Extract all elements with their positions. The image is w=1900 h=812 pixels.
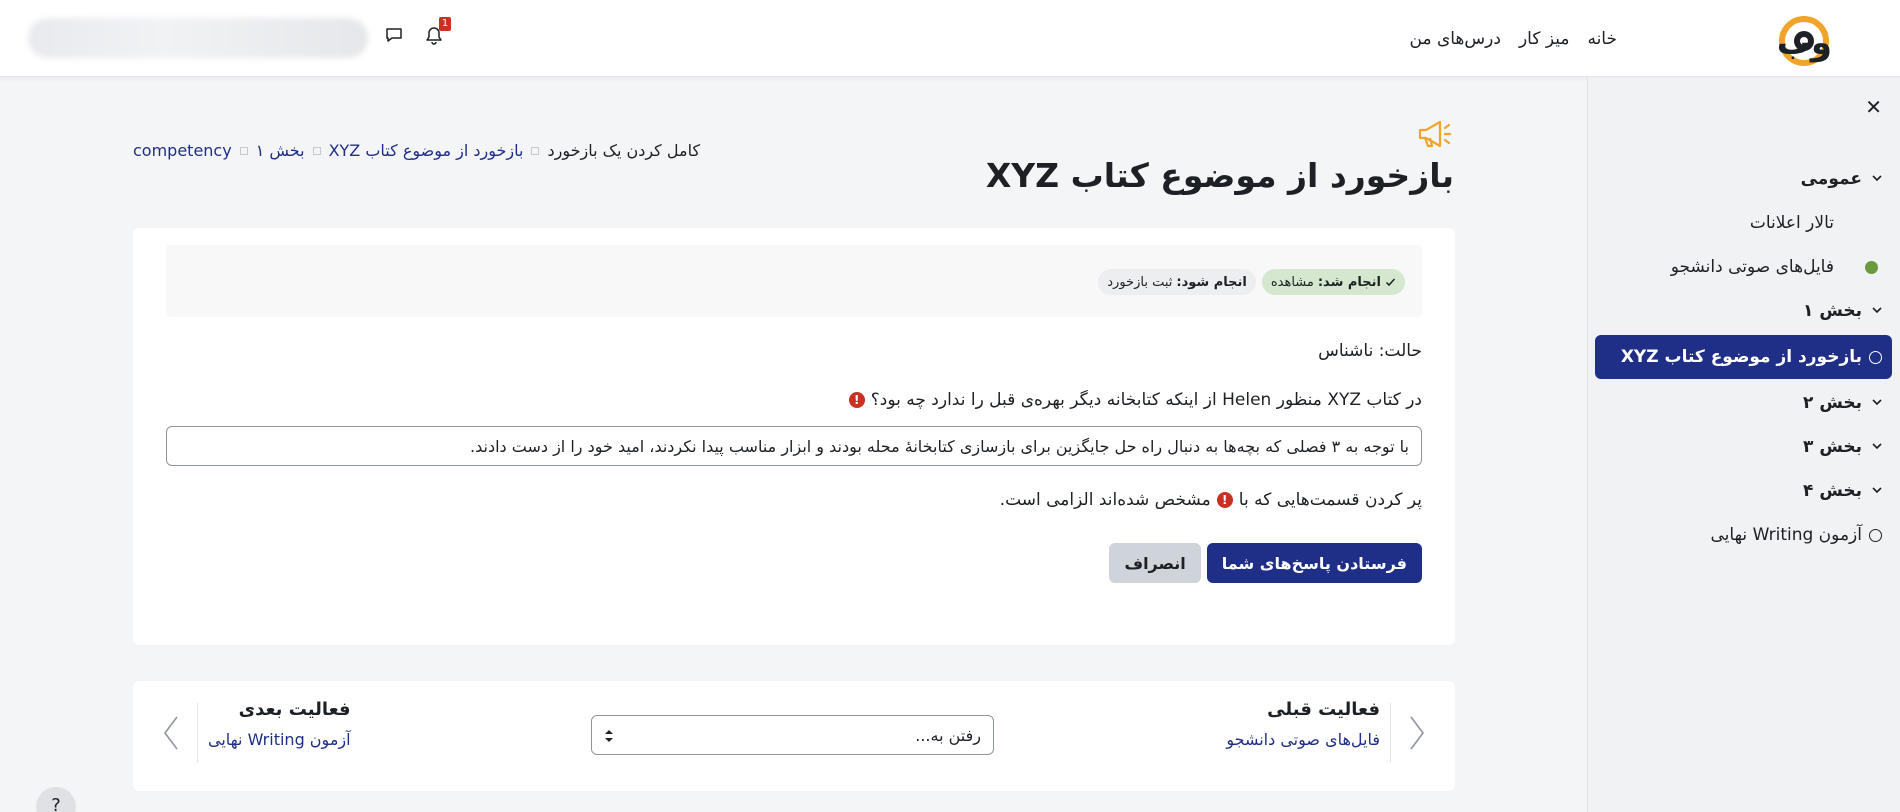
completion-circle-icon [1869, 529, 1882, 542]
notification-bell-icon[interactable]: 1 [423, 17, 451, 46]
check-icon [1385, 277, 1396, 286]
ci-section-label: عمومی [1800, 169, 1862, 189]
completion-requirements: انجام شد: مشاهده انجام شود: ثبت بازخورد [166, 245, 1422, 317]
nav-link-home[interactable]: خانه [1587, 29, 1617, 49]
breadcrumb-current: کامل کردن یک بازخورد [547, 141, 701, 160]
megaphone-icon [1418, 120, 1452, 148]
next-activity[interactable]: فعالیت بعدی آزمون Writing نهایی [208, 699, 351, 749]
ci-item-feedback-active[interactable]: بازخورد از موضوع کتاب XYZ [1595, 335, 1892, 379]
ci-section-label: بخش ۳ [1803, 437, 1862, 457]
required-icon: ! [1216, 492, 1233, 508]
anonymity-status: حالت: ناشناس [1318, 341, 1422, 361]
ci-item-label: فایل‌های صوتی دانشجو [1670, 257, 1834, 277]
completion-row: انجام شد: مشاهده انجام شود: ثبت بازخورد [1098, 269, 1405, 295]
todo-value: ثبت بازخورد [1107, 274, 1173, 290]
logo-text: وب [1777, 23, 1832, 63]
ci-section-4[interactable]: بخش ۴ [1595, 469, 1892, 513]
ci-item-label: آزمون Writing نهایی [1710, 525, 1863, 545]
required-note-before: پر کردن قسمت‌هایی که با [1238, 490, 1422, 510]
top-navbar: وب خانه میز کار درس‌های من 1 [0, 0, 1900, 77]
breadcrumb-course[interactable]: competency [133, 141, 232, 160]
chevron-right-icon[interactable] [1407, 713, 1427, 753]
question-text: در کتاب XYZ منظور Helen از اینکه کتابخان… [870, 390, 1422, 410]
answer-input[interactable] [166, 426, 1422, 466]
notification-count-badge: 1 [439, 17, 451, 31]
chevron-down-icon[interactable] [1870, 303, 1884, 317]
completion-circle-icon [1869, 351, 1882, 364]
cancel-button[interactable]: انصراف [1109, 543, 1201, 583]
jump-to-placeholder: رفتن به... [915, 725, 981, 745]
chevron-left-icon[interactable] [161, 713, 181, 753]
ci-item-final-exam[interactable]: آزمون Writing نهایی [1595, 513, 1892, 557]
ci-item-student-audio[interactable]: فایل‌های صوتی دانشجو [1595, 245, 1892, 289]
sort-caret-icon [605, 730, 613, 742]
previous-activity-heading: فعالیت قبلی [1267, 699, 1380, 720]
completion-badge-todo: انجام شود: ثبت بازخورد [1098, 269, 1256, 295]
help-button[interactable]: ? [36, 787, 76, 812]
course-index: عمومی تالار اعلانات فایل‌های صوتی دانشجو… [1595, 157, 1892, 557]
ci-section-general[interactable]: عمومی [1595, 157, 1892, 201]
primary-nav: خانه میز کار درس‌های من [1410, 0, 1618, 77]
breadcrumb: کامل کردن یک بازخورد بازخورد از موضوع کت… [133, 141, 700, 160]
user-menu-blurred[interactable] [28, 18, 368, 58]
done-label: انجام شد: [1317, 274, 1381, 290]
site-logo[interactable]: وب [1776, 10, 1872, 68]
previous-activity-link[interactable]: فایل‌های صوتی دانشجو [1226, 730, 1380, 749]
next-activity-heading: فعالیت بعدی [238, 699, 351, 720]
ci-section-label: بخش ۱ [1803, 301, 1862, 321]
breadcrumb-separator [531, 146, 540, 155]
close-drawer-icon[interactable]: ✕ [1865, 95, 1882, 119]
ci-section-1[interactable]: بخش ۱ [1595, 289, 1892, 333]
activity-navigation: فعالیت قبلی فایل‌های صوتی دانشجو رفتن به… [133, 681, 1455, 791]
ci-section-label: بخش ۴ [1803, 481, 1862, 501]
question-label: در کتاب XYZ منظور Helen از اینکه کتابخان… [848, 390, 1422, 410]
ci-item-label: تالار اعلانات [1749, 213, 1834, 233]
chevron-down-icon[interactable] [1870, 439, 1884, 453]
divider [197, 703, 198, 763]
completion-done-icon [1865, 261, 1878, 274]
nav-link-my-courses[interactable]: درس‌های من [1410, 29, 1501, 49]
required-fields-note: پر کردن قسمت‌هایی که با ! مشخص شده‌اند ا… [1000, 490, 1422, 510]
breadcrumb-separator [312, 146, 321, 155]
jump-to-select[interactable]: رفتن به... [591, 715, 994, 755]
chevron-down-icon[interactable] [1870, 171, 1884, 185]
page-title: بازخورد از موضوع کتاب XYZ [985, 156, 1454, 195]
messages-icon[interactable] [383, 24, 405, 46]
ci-section-3[interactable]: بخش ۳ [1595, 425, 1892, 469]
feedback-form-card: انجام شد: مشاهده انجام شود: ثبت بازخورد … [133, 228, 1455, 645]
divider [1390, 703, 1391, 763]
chevron-down-icon[interactable] [1870, 395, 1884, 409]
completion-badge-done: انجام شد: مشاهده [1261, 269, 1405, 295]
done-value: مشاهده [1270, 274, 1314, 290]
nav-link-dashboard[interactable]: میز کار [1519, 29, 1570, 49]
submit-button[interactable]: فرستادن پاسخ‌های شما [1206, 543, 1422, 583]
next-activity-link[interactable]: آزمون Writing نهایی [208, 730, 351, 749]
form-actions: فرستادن پاسخ‌های شما انصراف [1109, 543, 1422, 583]
breadcrumb-section[interactable]: بخش ۱ [256, 141, 305, 160]
required-note-after: مشخص شده‌اند الزامی است. [999, 490, 1211, 510]
ci-item-label: بازخورد از موضوع کتاب XYZ [1620, 347, 1862, 367]
course-index-drawer: ✕ عمومی تالار اعلانات فایل‌های صوتی دانش… [1587, 77, 1900, 812]
breadcrumb-separator [239, 146, 248, 155]
ci-section-label: بخش ۲ [1803, 393, 1862, 413]
previous-activity[interactable]: فعالیت قبلی فایل‌های صوتی دانشجو [1226, 699, 1380, 749]
required-icon: ! [848, 392, 865, 408]
chevron-down-icon[interactable] [1870, 483, 1884, 497]
nav-icons: 1 [383, 17, 451, 46]
todo-label: انجام شود: [1176, 274, 1247, 290]
ci-section-2[interactable]: بخش ۲ [1595, 381, 1892, 425]
ci-item-announcements[interactable]: تالار اعلانات [1595, 201, 1892, 245]
breadcrumb-activity[interactable]: بازخورد از موضوع کتاب XYZ [329, 141, 524, 160]
